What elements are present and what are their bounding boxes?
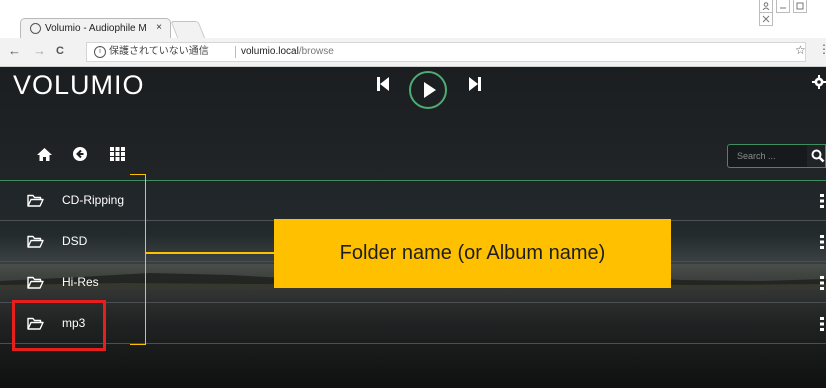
skip-next-icon[interactable]	[469, 77, 481, 91]
tab-favicon-icon	[30, 23, 41, 34]
annotation-bracket	[130, 174, 146, 345]
browse-toolbar	[0, 134, 826, 181]
url-host: volumio.local	[241, 46, 299, 57]
list-item-label: Hi-Res	[62, 275, 99, 289]
home-icon[interactable]	[37, 148, 52, 161]
search-button[interactable]	[807, 144, 826, 168]
reload-button[interactable]: C	[56, 45, 64, 57]
more-vertical-icon[interactable]	[820, 275, 824, 291]
skip-previous-icon[interactable]	[377, 77, 389, 91]
search-icon	[811, 149, 825, 163]
list-item[interactable]: mp3	[0, 304, 826, 344]
annotation-highlight-box	[12, 300, 106, 351]
maximize-icon	[796, 2, 804, 10]
browser-tab[interactable]: Volumio - Audiophile M ×	[20, 18, 171, 39]
tab-title: Volumio - Audiophile M	[45, 23, 147, 34]
profile-button[interactable]	[759, 0, 773, 13]
folder-open-icon	[27, 235, 44, 248]
volumio-logo: VOLUMIO	[13, 70, 145, 100]
address-bar: ← → C i 保護されていない通信 volumio.local/browse …	[0, 38, 826, 67]
close-window-button[interactable]	[759, 13, 773, 26]
minimize-button[interactable]	[776, 0, 790, 13]
user-icon	[762, 2, 770, 11]
browser-menu-icon[interactable]: ⋮	[818, 42, 826, 56]
folder-open-icon	[27, 194, 44, 207]
omnibox-divider	[235, 46, 236, 58]
new-tab-button[interactable]	[170, 21, 206, 39]
url-text: volumio.local/browse	[241, 43, 334, 61]
more-vertical-icon[interactable]	[820, 234, 824, 250]
play-button[interactable]	[409, 71, 447, 109]
play-icon	[424, 82, 436, 98]
search-input[interactable]	[728, 145, 806, 167]
grid-icon[interactable]	[110, 147, 125, 161]
security-status[interactable]: 保護されていない通信	[109, 43, 209, 61]
forward-button[interactable]: →	[33, 43, 46, 58]
folder-open-icon	[27, 276, 44, 289]
list-item-label: CD-Ripping	[62, 193, 125, 207]
info-icon[interactable]: i	[94, 46, 106, 58]
search-box	[727, 144, 807, 168]
back-button[interactable]: ←	[8, 43, 21, 58]
url-field[interactable]: i 保護されていない通信 volumio.local/browse	[86, 42, 806, 62]
list-item-label: DSD	[62, 234, 88, 248]
browser-tab-strip: Volumio - Audiophile M ×	[0, 0, 826, 39]
back-circle-icon[interactable]	[73, 147, 87, 161]
annotation-callout: Folder name (or Album name)	[274, 219, 671, 288]
more-vertical-icon[interactable]	[820, 316, 824, 332]
bookmark-star-icon[interactable]: ☆	[795, 43, 806, 57]
url-path: /browse	[298, 46, 334, 57]
more-vertical-icon[interactable]	[820, 193, 824, 209]
gear-icon[interactable]	[812, 75, 826, 89]
minimize-icon	[780, 7, 786, 9]
tab-close-button[interactable]: ×	[156, 22, 162, 33]
list-item[interactable]: CD-Ripping	[0, 181, 826, 221]
window-controls	[759, 0, 826, 26]
maximize-button[interactable]	[793, 0, 807, 13]
player-bar: VOLUMIO	[0, 67, 826, 114]
close-icon	[762, 15, 770, 23]
annotation-connector	[146, 252, 274, 254]
